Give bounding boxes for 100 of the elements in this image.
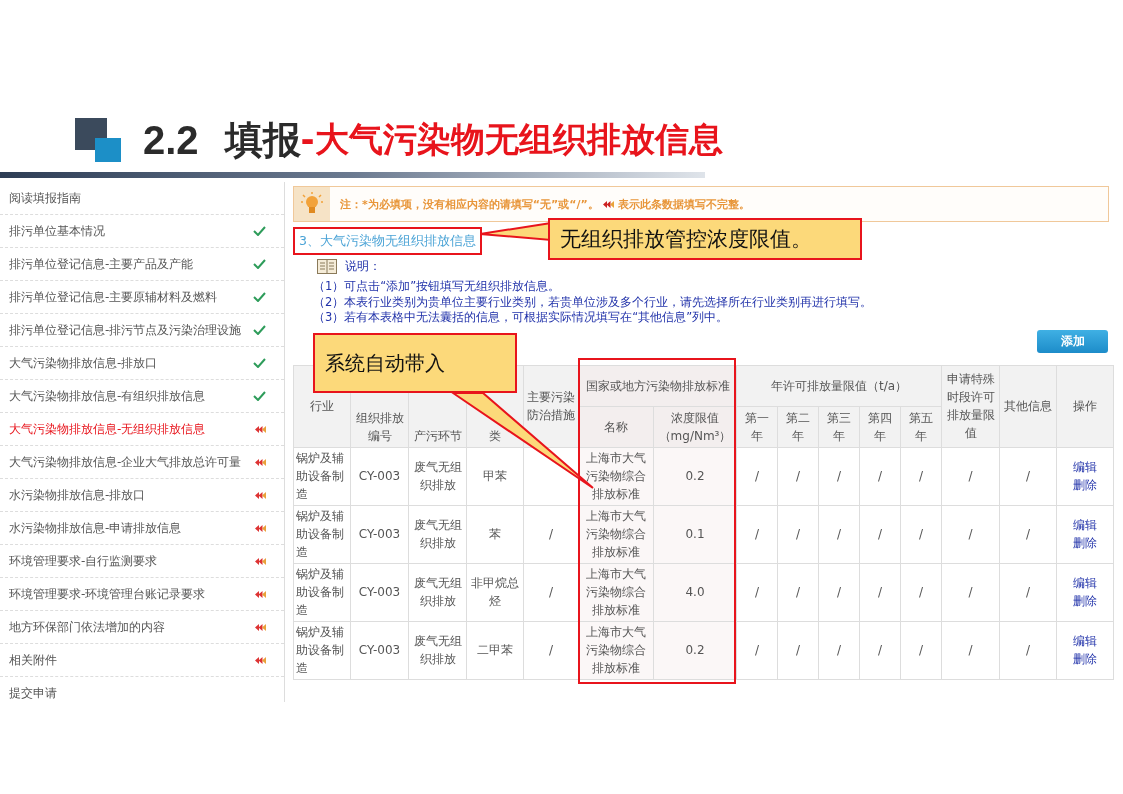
table-cell: / xyxy=(968,469,973,483)
action-link[interactable]: 编辑 xyxy=(1073,574,1098,592)
action-link[interactable]: 编辑 xyxy=(1073,458,1098,476)
action-link[interactable]: 编辑 xyxy=(1073,632,1098,650)
table-cell: CY-003 xyxy=(358,469,401,483)
table-cell: CY-003 xyxy=(358,643,401,657)
table-cell: / xyxy=(754,643,759,657)
column-header: 第三年 xyxy=(827,410,851,443)
squares-logo-icon xyxy=(75,118,121,162)
warning-arrows-icon xyxy=(602,200,614,208)
column-header: 年许可排放量限值（t/a） xyxy=(770,378,908,393)
action-link[interactable]: 删除 xyxy=(1073,592,1098,610)
table-cell: 废气无组织排放 xyxy=(413,460,462,492)
table-cell: 废气无组织排放 xyxy=(413,576,462,608)
sidebar-item[interactable]: 阅读填报指南 xyxy=(0,182,284,215)
table-cell: / xyxy=(1026,585,1031,599)
lightbulb-icon xyxy=(301,192,323,216)
table-cell: CY-003 xyxy=(358,527,401,541)
table-cell: / xyxy=(919,585,924,599)
table-cell: / xyxy=(548,585,553,599)
sidebar-item[interactable]: 水污染物排放信息-排放口 xyxy=(0,479,284,512)
action-link[interactable]: 编辑 xyxy=(1073,516,1098,534)
sidebar-item[interactable]: 大气污染物排放信息-排放口 xyxy=(0,347,284,380)
table-cell: / xyxy=(968,527,973,541)
table-cell: CY-003 xyxy=(358,585,401,599)
column-header: 国家或地方污染物排放标准 xyxy=(585,378,730,393)
sidebar-item[interactable]: 地方环保部门依法增加的内容 xyxy=(0,611,284,644)
table-cell: / xyxy=(836,469,841,483)
table-cell: 锅炉及辅助设备制造 xyxy=(296,451,344,501)
instruction-text: （1）可点击“添加”按钮填写无组织排放信息。 xyxy=(313,279,562,295)
callout: 系统自动带入 xyxy=(313,333,517,393)
table-cell: 上海市大气污染物综合排放标准 xyxy=(586,509,646,559)
table-cell: / xyxy=(1026,643,1031,657)
table-cell: 锅炉及辅助设备制造 xyxy=(296,567,344,617)
sidebar-item[interactable]: 排污单位登记信息-主要产品及产能 xyxy=(0,248,284,281)
table-cell: / xyxy=(877,469,882,483)
table-cell: / xyxy=(754,469,759,483)
table-cell: / xyxy=(795,585,800,599)
instruction-text: （3）若有本表格中无法囊括的信息，可根据实际情况填写在“其他信息”列中。 xyxy=(313,310,730,326)
table-cell: 废气无组织排放 xyxy=(413,634,462,666)
table-cell: / xyxy=(836,585,841,599)
table-cell: 上海市大气污染物综合排放标准 xyxy=(586,451,646,501)
sidebar-item[interactable]: 排污单位登记信息-排污节点及污染治理设施 xyxy=(0,314,284,347)
sidebar-item[interactable]: 大气污染物排放信息-企业大气排放总许可量 xyxy=(0,446,284,479)
table-cell: / xyxy=(795,643,800,657)
instructions-heading: 说明： xyxy=(345,258,381,275)
table-cell: / xyxy=(795,527,800,541)
sidebar-item[interactable]: 水污染物排放信息-申请排放信息 xyxy=(0,512,284,545)
notice-text: 表示此条数据填写不完整。 xyxy=(617,196,750,212)
table-cell: / xyxy=(877,585,882,599)
sidebar-item[interactable]: 大气污染物排放信息-无组织排放信息 xyxy=(0,413,284,446)
table-cell: / xyxy=(795,469,800,483)
slide-number: 2.2 xyxy=(143,117,199,163)
section-title: 3、大气污染物无组织排放信息 xyxy=(293,227,482,255)
table-cell: 锅炉及辅助设备制造 xyxy=(296,509,344,559)
table-cell: / xyxy=(754,527,759,541)
table-cell: / xyxy=(919,643,924,657)
table-cell: 二甲苯 xyxy=(477,643,513,657)
table-cell: 0.2 xyxy=(685,643,705,657)
slide-title: 填报 xyxy=(224,116,301,164)
instruction-text: （2）本表行业类别为贵单位主要行业类别，若贵单位涉及多个行业，请先选择所在行业类别再进行填写。 xyxy=(313,294,874,310)
table-cell: 0.2 xyxy=(685,469,705,483)
column-header: 行业 xyxy=(310,399,334,413)
table-cell: 上海市大气污染物综合排放标准 xyxy=(586,625,646,675)
column-header: 第四年 xyxy=(868,410,892,443)
table-cell: 上海市大气污染物综合排放标准 xyxy=(586,567,646,617)
callout: 无组织排放管控浓度限值。 xyxy=(548,218,862,260)
table-cell: / xyxy=(836,527,841,541)
table-cell: / xyxy=(877,527,882,541)
sidebar-item[interactable]: 提交申请 xyxy=(0,677,284,709)
sidebar-item[interactable]: 相关附件 xyxy=(0,644,284,677)
column-header: 申请特殊时段许可排放量限值 xyxy=(946,372,995,440)
table-cell: / xyxy=(968,643,973,657)
sidebar-item[interactable]: 大气污染物排放信息-有组织排放信息 xyxy=(0,380,284,413)
table-cell: / xyxy=(1026,527,1031,541)
sidebar-item[interactable]: 排污单位登记信息-主要原辅材料及燃料 xyxy=(0,281,284,314)
action-link[interactable]: 删除 xyxy=(1073,534,1098,552)
action-link[interactable]: 删除 xyxy=(1073,650,1098,668)
sidebar-item[interactable]: 排污单位基本情况 xyxy=(0,215,284,248)
column-header: 第二年 xyxy=(786,410,810,443)
sidebar-item[interactable]: 环境管理要求-环境管理台账记录要求 xyxy=(0,578,284,611)
table-cell: 锅炉及辅助设备制造 xyxy=(296,625,344,675)
column-header: 类 xyxy=(489,428,501,443)
column-header: 产污环节 xyxy=(413,428,462,443)
table-cell: 苯 xyxy=(489,527,501,541)
table-cell: / xyxy=(548,643,553,657)
column-header: 操作 xyxy=(1073,399,1098,413)
column-header: 第一年 xyxy=(745,410,769,443)
table-cell: / xyxy=(919,527,924,541)
column-header: 名称 xyxy=(604,419,628,434)
table-cell: / xyxy=(548,527,553,541)
table-cell: / xyxy=(968,585,973,599)
column-header: 第五年 xyxy=(909,410,934,443)
sidebar-item[interactable]: 环境管理要求-自行监测要求 xyxy=(0,545,284,578)
book-icon xyxy=(317,259,337,274)
column-header: 浓度限值（mg/Nm³） xyxy=(658,410,732,443)
notice-text: 注：*为必填项，没有相应内容的请填写“无”或“/”。 xyxy=(340,196,599,212)
action-link[interactable]: 删除 xyxy=(1073,476,1098,494)
table-cell: 废气无组织排放 xyxy=(413,518,462,550)
table-cell: / xyxy=(919,469,924,483)
